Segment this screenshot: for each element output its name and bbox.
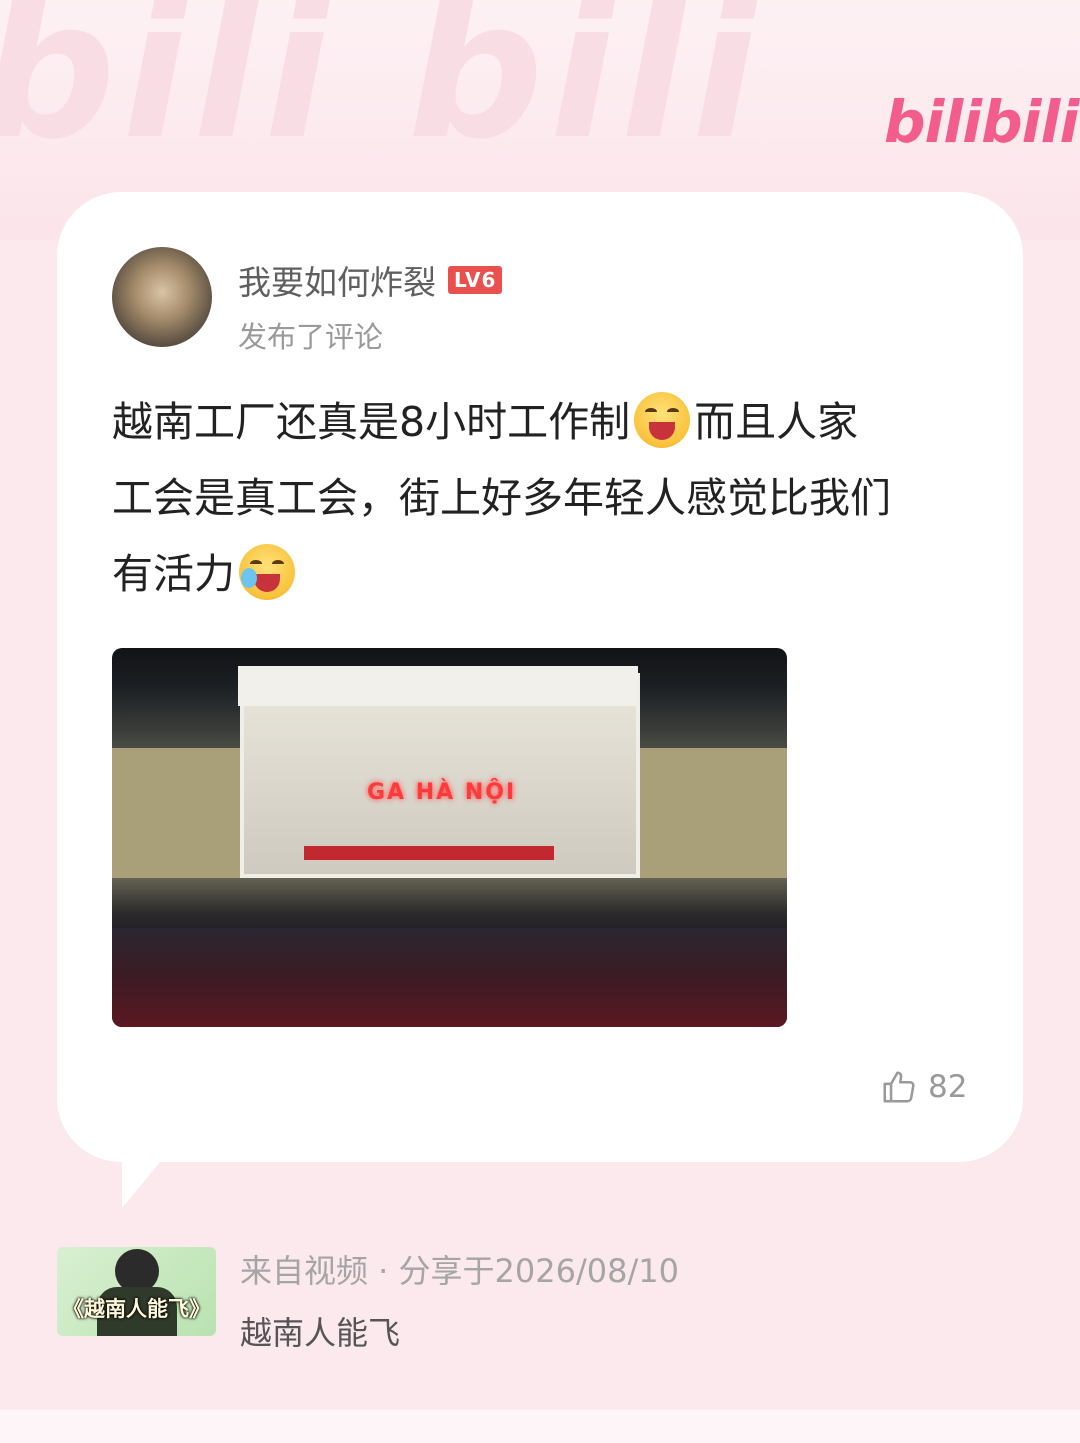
footer-bar [0,1410,1080,1443]
photo-building-left [112,748,252,878]
comment-line3: 有活力 [112,550,235,598]
avatar[interactable] [112,247,212,347]
video-thumbnail[interactable]: 《越南人能飞》 [57,1247,216,1336]
post-action-label: 发布了评论 [238,320,384,354]
photo-station-roof [238,666,638,706]
user-info: 我要如何炸裂 LV6 [238,256,503,304]
like-button[interactable]: 82 [880,1068,967,1106]
cry-laugh-emoji-icon [239,544,295,600]
photo-station-sign: GA HÀ NỘI [367,780,517,805]
bilibili-logo: bilibili [884,88,1079,156]
comment-photo[interactable]: GA HÀ NỘI [112,648,787,1027]
comment-line2: 工会是真工会，街上好多年轻人感觉比我们 [112,474,891,522]
comment-text: 越南工厂还真是8小时工作制 而且人家 工会是真工会，街上好多年轻人感觉比我们 有活… [112,384,992,612]
photo-road [112,928,787,1027]
laugh-emoji-icon [634,392,691,448]
card-tail [122,1150,170,1208]
thumbs-up-icon [883,1071,915,1103]
photo-banner [304,846,554,860]
comment-line1b: 而且人家 [694,398,859,446]
username[interactable]: 我要如何炸裂 [238,256,436,304]
source-video-title[interactable]: 越南人能飞 [240,1308,400,1354]
source-meta: 来自视频 · 分享于2026/08/10 [240,1252,679,1290]
thumbnail-title: 《越南人能飞》 [63,1297,210,1321]
photo-building-right [632,748,787,878]
level-badge: LV6 [448,266,503,294]
comment-line1a: 越南工厂还真是8小时工作制 [112,398,631,446]
like-count: 82 [928,1069,968,1105]
